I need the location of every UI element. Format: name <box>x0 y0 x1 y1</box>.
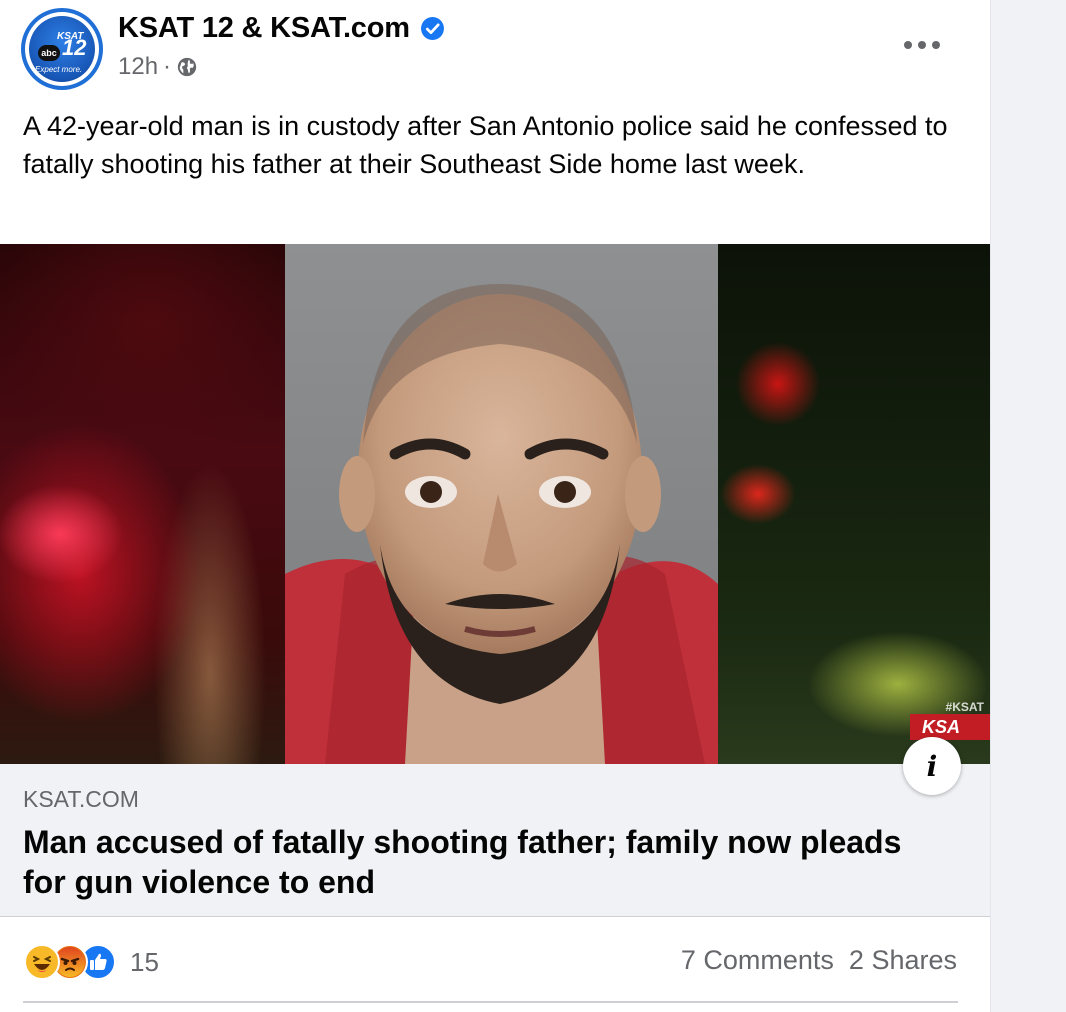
link-preview-image[interactable]: #KSAT KSA <box>0 244 990 764</box>
watermark-hashtag: #KSAT <box>945 700 984 714</box>
dot-icon <box>904 41 912 49</box>
logo-abc-text: abc <box>38 45 60 61</box>
mugshot-photo <box>285 244 718 764</box>
logo-tagline: Expect more. <box>35 65 83 74</box>
reaction-count[interactable]: 15 <box>130 947 159 978</box>
post-text: A 42-year-old man is in custody after Sa… <box>23 111 948 179</box>
image-panel-left <box>0 244 285 764</box>
link-title[interactable]: Man accused of fatally shooting father; … <box>23 822 923 902</box>
link-preview-card[interactable]: KSAT.COM Man accused of fatally shooting… <box>0 764 990 917</box>
link-domain: KSAT.COM <box>23 786 139 812</box>
page-name-link[interactable]: KSAT 12 & KSAT.com <box>118 12 410 45</box>
page-name-row: KSAT 12 & KSAT.com <box>118 12 445 45</box>
info-icon[interactable]: i <box>903 737 961 795</box>
verified-badge-icon <box>420 16 445 41</box>
comments-count[interactable]: 7 Comments <box>681 945 834 976</box>
mugshot-illustration <box>285 244 718 764</box>
logo-12-text: 12 <box>62 35 87 60</box>
post-meta: 12h · <box>118 53 198 81</box>
feed-background <box>990 0 1066 1012</box>
shares-count[interactable]: 2 Shares <box>849 945 957 976</box>
image-panel-right: #KSAT KSA <box>718 244 990 764</box>
footer-divider <box>23 1001 958 1003</box>
globe-icon[interactable] <box>176 56 198 78</box>
dot-icon <box>918 41 926 49</box>
feed-post: KSAT 12 abc Expect more. KSAT 12 & KSAT.… <box>0 0 990 1012</box>
reaction-summary[interactable]: 15 <box>24 942 159 982</box>
page-avatar[interactable]: KSAT 12 abc Expect more. <box>21 8 103 90</box>
post-timestamp[interactable]: 12h <box>118 53 158 81</box>
watermark-logo: KSA <box>910 714 990 740</box>
dot-icon <box>932 41 940 49</box>
haha-reaction-icon <box>24 944 60 980</box>
engagement-stats: 7 Comments 2 Shares <box>681 945 957 976</box>
more-options-button[interactable] <box>900 30 944 60</box>
meta-separator: · <box>163 53 172 80</box>
ksat-logo: KSAT 12 abc Expect more. <box>29 16 95 82</box>
